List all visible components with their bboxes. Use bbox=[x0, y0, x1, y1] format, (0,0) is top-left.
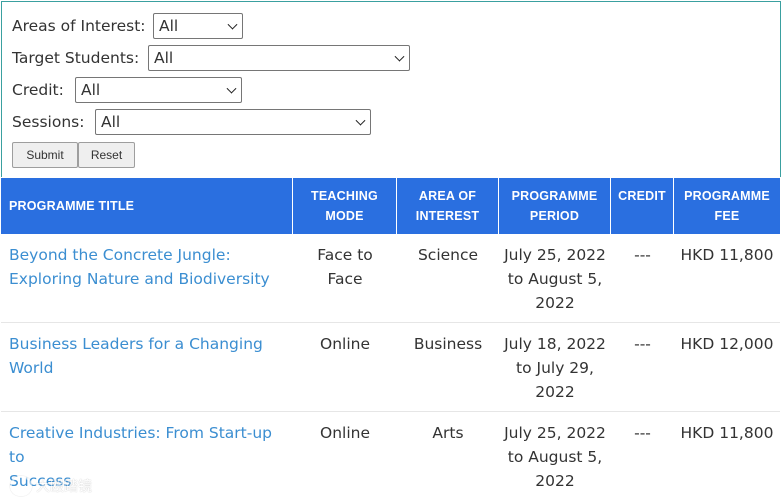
header-text: PROGRAMME bbox=[684, 189, 770, 203]
sessions-value: All bbox=[101, 113, 121, 131]
target-students-select[interactable]: All bbox=[148, 45, 410, 71]
header-programme-period[interactable]: PROGRAMME PERIOD bbox=[499, 178, 611, 234]
table-header: PROGRAMME TITLE TEACHING MODE AREA OF INTE… bbox=[1, 178, 780, 234]
header-teaching-mode[interactable]: TEACHING MODE bbox=[293, 178, 397, 234]
teaching-mode-cell: Face to Face bbox=[293, 234, 397, 323]
title-line[interactable]: Exploring Nature and Biodiversity bbox=[9, 267, 287, 291]
credit-select[interactable]: All bbox=[75, 77, 242, 103]
filter-row-areas: Areas of Interest: bbox=[12, 13, 146, 39]
target-students-value: All bbox=[154, 49, 174, 67]
header-text: PROGRAMME bbox=[511, 189, 598, 203]
cell-line: 2022 bbox=[535, 383, 575, 401]
header-text: AREA OF bbox=[418, 189, 477, 203]
header-text: FEE bbox=[714, 209, 740, 223]
teaching-mode-cell: Online bbox=[293, 412, 397, 501]
header-programme-title[interactable]: PROGRAMME TITLE bbox=[1, 178, 293, 234]
watermark: 大殴踏镜 bbox=[10, 476, 92, 496]
programme-title-link[interactable]: Beyond the Concrete Jungle: Exploring Na… bbox=[1, 234, 293, 323]
table-row: Business Leaders for a Changing World On… bbox=[1, 323, 780, 412]
period-cell: July 18, 2022 to July 29, 2022 bbox=[499, 323, 611, 412]
areas-of-interest-value: All bbox=[159, 17, 179, 35]
filter-row-sessions: Sessions: bbox=[12, 109, 84, 135]
chevron-down-icon bbox=[394, 51, 405, 62]
title-line[interactable]: Business Leaders for a Changing bbox=[9, 332, 287, 356]
cell-line: to August 5, bbox=[507, 448, 603, 466]
credit-cell: --- bbox=[634, 424, 651, 442]
period-cell: July 25, 2022 to August 5, 2022 bbox=[499, 234, 611, 323]
target-students-label: Target Students: bbox=[12, 49, 140, 67]
cell-line: to August 5, bbox=[507, 270, 603, 288]
credit-cell: --- bbox=[634, 246, 651, 264]
reset-button[interactable]: Reset bbox=[78, 142, 135, 168]
filter-row-credit: Credit: bbox=[12, 77, 64, 103]
areas-of-interest-label: Areas of Interest: bbox=[12, 17, 146, 35]
title-line[interactable]: World bbox=[9, 356, 287, 380]
cell-line: Face bbox=[327, 270, 363, 288]
cell-line: Online bbox=[320, 335, 370, 353]
filter-panel: Areas of Interest: All Target Students: … bbox=[1, 1, 781, 177]
header-programme-fee[interactable]: PROGRAMME FEE bbox=[674, 178, 780, 234]
submit-button[interactable]: Submit bbox=[12, 142, 78, 168]
cell-line: 2022 bbox=[535, 294, 575, 312]
cell-line: 2022 bbox=[535, 472, 575, 490]
header-area-of-interest[interactable]: AREA OF INTEREST bbox=[397, 178, 499, 234]
sessions-select[interactable]: All bbox=[95, 109, 371, 135]
programme-title-link[interactable]: Business Leaders for a Changing World bbox=[1, 323, 293, 412]
cell-line: July 18, 2022 bbox=[504, 335, 606, 353]
credit-label: Credit: bbox=[12, 81, 64, 99]
fee-cell: HKD 11,800 bbox=[680, 246, 774, 264]
header-credit[interactable]: CREDIT bbox=[611, 178, 674, 234]
cell-line: Online bbox=[320, 424, 370, 442]
chevron-down-icon bbox=[227, 19, 238, 30]
cell-line: July 25, 2022 bbox=[504, 424, 606, 442]
header-text: TEACHING bbox=[311, 189, 378, 203]
area-cell: Business bbox=[413, 335, 483, 353]
areas-of-interest-select[interactable]: All bbox=[153, 13, 243, 39]
header-text: PERIOD bbox=[529, 209, 580, 223]
table-row: Creative Industries: From Start-up to Su… bbox=[1, 412, 780, 501]
credit-cell: --- bbox=[634, 335, 651, 353]
fee-cell: HKD 12,000 bbox=[680, 335, 774, 353]
cell-line: July 25, 2022 bbox=[504, 246, 606, 264]
filter-row-target: Target Students: bbox=[12, 45, 139, 71]
header-text: INTEREST bbox=[415, 209, 480, 223]
sessions-label: Sessions: bbox=[12, 113, 85, 131]
area-cell: Arts bbox=[432, 424, 464, 442]
chat-bubble-icon bbox=[10, 476, 32, 496]
chevron-down-icon bbox=[226, 83, 237, 94]
title-line[interactable]: Beyond the Concrete Jungle: bbox=[9, 243, 287, 267]
watermark-text: 大殴踏镜 bbox=[36, 479, 92, 495]
cell-line: to July 29, bbox=[516, 359, 594, 377]
title-line[interactable]: Creative Industries: From Start-up to bbox=[9, 421, 287, 469]
area-cell: Science bbox=[417, 246, 479, 264]
fee-cell: HKD 11,800 bbox=[680, 424, 774, 442]
chevron-down-icon bbox=[355, 115, 366, 126]
teaching-mode-cell: Online bbox=[293, 323, 397, 412]
cell-line: Face to bbox=[317, 246, 373, 264]
credit-value: All bbox=[81, 81, 101, 99]
header-text: MODE bbox=[325, 209, 364, 223]
table-row: Beyond the Concrete Jungle: Exploring Na… bbox=[1, 234, 780, 323]
period-cell: July 25, 2022 to August 5, 2022 bbox=[499, 412, 611, 501]
